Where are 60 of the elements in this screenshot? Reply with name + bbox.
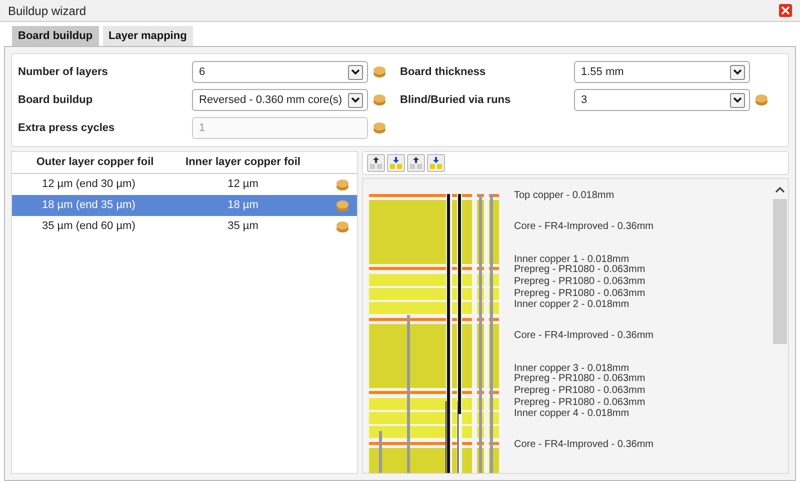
chevron-down-icon bbox=[733, 69, 742, 75]
toolbar-button[interactable] bbox=[387, 154, 405, 172]
layer-label: Inner copper 4 - 0.018mm bbox=[514, 409, 630, 419]
layer-label: Inner copper 1 - 0.018mm bbox=[514, 254, 630, 265]
setting-label: Extra press cycles bbox=[18, 120, 116, 136]
table-cell-text: 35 µm (end 60 µm) bbox=[41, 219, 136, 234]
dropdown-toggle[interactable] bbox=[348, 64, 363, 80]
dropdown-toggle[interactable] bbox=[348, 92, 363, 108]
toolbar-button[interactable] bbox=[407, 154, 425, 172]
setting-label: Board thickness bbox=[400, 64, 487, 80]
table-cell-text: 18 µm (end 35 µm) bbox=[41, 198, 136, 214]
coin-icon bbox=[336, 178, 349, 190]
layer-label: Core - FR4-Improved - 0.36mm bbox=[514, 222, 654, 232]
layer-label: Prepreg - PR1080 - 0.063mm bbox=[514, 398, 646, 408]
layer-label: Top copper - 0.018mm bbox=[514, 191, 614, 201]
table-row[interactable]: 12 µm (end 30 µm) 12 µm bbox=[12, 174, 357, 195]
chevron-down-icon bbox=[351, 97, 360, 103]
window-title: Buildup wizard bbox=[8, 2, 86, 20]
layer-label: Inner copper 2 - 0.018mm bbox=[514, 300, 630, 310]
table-cell-text: 18 µm bbox=[226, 198, 260, 214]
chevron-down-icon bbox=[351, 69, 360, 75]
column-header: Outer layer copper foil bbox=[35, 155, 155, 170]
layers-down-icon bbox=[429, 156, 443, 170]
close-button[interactable] bbox=[779, 4, 792, 17]
tab[interactable]: Board buildup bbox=[12, 26, 99, 46]
dropdown-toggle[interactable] bbox=[730, 92, 745, 108]
column-header: Inner layer copper foil bbox=[184, 155, 302, 170]
dropdown[interactable]: Reversed - 0.360 mm core(s) bbox=[192, 89, 368, 111]
setting-label: Blind/Buried via runs bbox=[400, 92, 512, 108]
tab[interactable]: Layer mapping bbox=[102, 26, 193, 46]
table-row[interactable]: 35 µm (end 60 µm) 35 µm bbox=[12, 216, 357, 237]
layers-down-icon bbox=[389, 156, 403, 170]
layer-label: Core - FR4-Improved - 0.36mm bbox=[514, 331, 654, 342]
dropdown[interactable]: 3 bbox=[574, 89, 750, 111]
layer-label: Prepreg - PR1080 - 0.063mm bbox=[514, 386, 646, 396]
setting-label: Number of layers bbox=[18, 64, 109, 80]
layers-up-icon bbox=[409, 156, 423, 170]
coin-icon bbox=[336, 200, 349, 212]
toolbar-button[interactable] bbox=[427, 154, 445, 172]
layer-label: Core - FR4-Improved - 0.36mm bbox=[514, 440, 654, 450]
scroll-thumb[interactable] bbox=[773, 199, 787, 344]
setting-label: Board buildup bbox=[18, 92, 94, 108]
toolbar-button[interactable] bbox=[367, 154, 385, 172]
layers-up-icon bbox=[369, 156, 383, 170]
dropdown[interactable]: 1.55 mm bbox=[574, 61, 750, 83]
dropdown[interactable]: 6 bbox=[192, 61, 368, 83]
chevron-up-icon bbox=[775, 187, 785, 193]
layer-label: Prepreg - PR1080 - 0.063mm bbox=[514, 374, 646, 384]
coin-icon bbox=[336, 220, 349, 232]
close-icon bbox=[781, 6, 790, 15]
table-cell-text: 12 µm bbox=[226, 177, 260, 192]
dropdown-toggle[interactable] bbox=[730, 64, 745, 80]
layer-label: Prepreg - PR1080 - 0.063mm bbox=[514, 288, 646, 299]
layer-label: Inner copper 3 - 0.018mm bbox=[514, 364, 630, 374]
chevron-down-icon bbox=[733, 97, 742, 103]
table-row[interactable]: 18 µm (end 35 µm) 18 µm bbox=[12, 195, 357, 216]
table-cell-text: 35 µm bbox=[226, 219, 260, 234]
table-cell-text: 12 µm (end 30 µm) bbox=[41, 177, 136, 192]
layer-label: Prepreg - PR1080 - 0.063mm bbox=[514, 276, 646, 287]
layer-label: Prepreg - PR1080 - 0.063mm bbox=[514, 264, 646, 275]
